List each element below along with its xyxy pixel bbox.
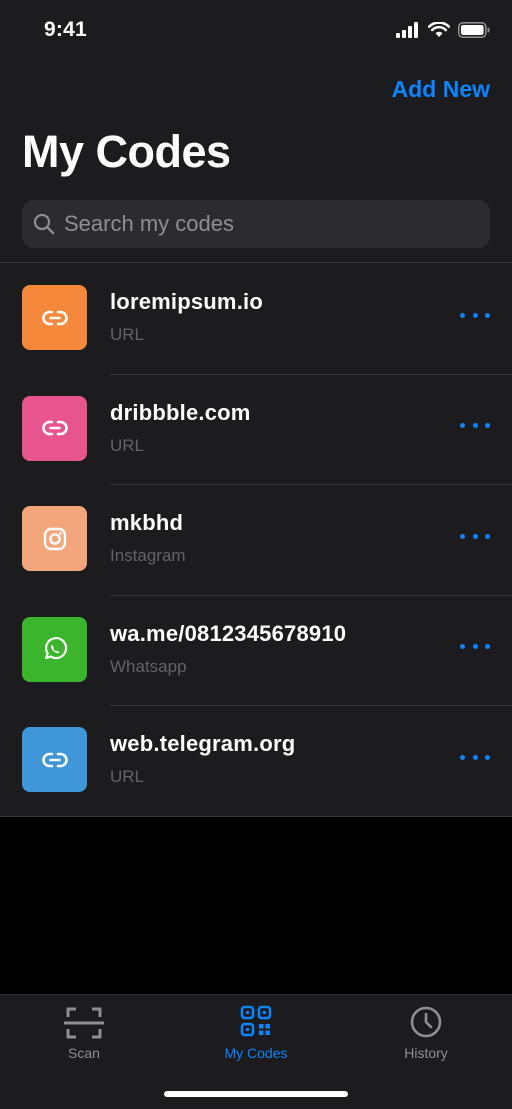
tab-label: My Codes	[224, 1045, 288, 1061]
more-options-button[interactable]	[460, 751, 490, 763]
page-title: My Codes	[22, 126, 231, 177]
code-thumbnail	[22, 506, 87, 571]
code-thumbnail	[22, 285, 87, 350]
code-type: URL	[110, 325, 145, 344]
code-row[interactable]: dribbble.com URL	[0, 373, 512, 485]
header-area: 9:41 Add New My Codes	[0, 0, 512, 263]
more-options-button[interactable]	[460, 309, 490, 321]
code-type: Instagram	[110, 546, 186, 565]
whatsapp-icon	[44, 637, 67, 660]
code-type: URL	[110, 767, 145, 786]
tab-label: Scan	[68, 1045, 100, 1061]
code-row[interactable]: wa.me/0812345678910 Whatsapp	[0, 594, 512, 706]
qr-code-icon	[240, 1005, 272, 1037]
code-row[interactable]: mkbhd Instagram	[0, 484, 512, 595]
instagram-icon	[43, 527, 66, 550]
tab-my-codes[interactable]: My Codes	[196, 1005, 316, 1061]
tab-bar: Scan My Codes History	[0, 994, 512, 1109]
link-icon	[41, 310, 68, 325]
status-icons	[396, 22, 490, 38]
code-thumbnail	[22, 616, 87, 682]
code-title: wa.me/0812345678910	[110, 620, 347, 646]
link-icon	[41, 420, 68, 436]
code-title: web.telegram.org	[110, 731, 296, 756]
search-icon	[33, 213, 55, 235]
battery-icon	[458, 22, 490, 38]
codes-list: loremipsum.io URL dribbble.com URL mkbhd…	[0, 262, 512, 817]
tab-scan[interactable]: Scan	[24, 1005, 144, 1061]
tab-label: History	[404, 1045, 448, 1061]
scan-icon	[64, 1007, 104, 1039]
code-row[interactable]: web.telegram.org URL	[0, 705, 512, 816]
code-type: URL	[110, 435, 145, 455]
home-indicator	[164, 1091, 348, 1097]
code-thumbnail	[22, 727, 87, 792]
add-new-button[interactable]: Add New	[392, 76, 490, 103]
code-thumbnail	[22, 395, 87, 461]
link-icon	[41, 752, 68, 767]
code-title: loremipsum.io	[110, 289, 263, 314]
tab-history[interactable]: History	[366, 1005, 486, 1061]
more-options-button[interactable]	[460, 530, 490, 542]
more-options-button[interactable]	[460, 641, 490, 653]
code-row[interactable]: loremipsum.io URL	[0, 263, 512, 374]
search-input[interactable]	[64, 211, 464, 237]
code-title: dribbble.com	[110, 399, 251, 425]
search-bar[interactable]	[22, 200, 490, 248]
code-type: Whatsapp	[110, 656, 187, 676]
signal-icon	[396, 22, 418, 38]
status-time: 9:41	[44, 18, 87, 41]
status-bar: 9:41	[0, 0, 512, 60]
more-options-button[interactable]	[460, 420, 490, 432]
code-title: mkbhd	[110, 510, 184, 535]
wifi-icon	[428, 22, 450, 37]
clock-icon	[410, 1006, 442, 1038]
